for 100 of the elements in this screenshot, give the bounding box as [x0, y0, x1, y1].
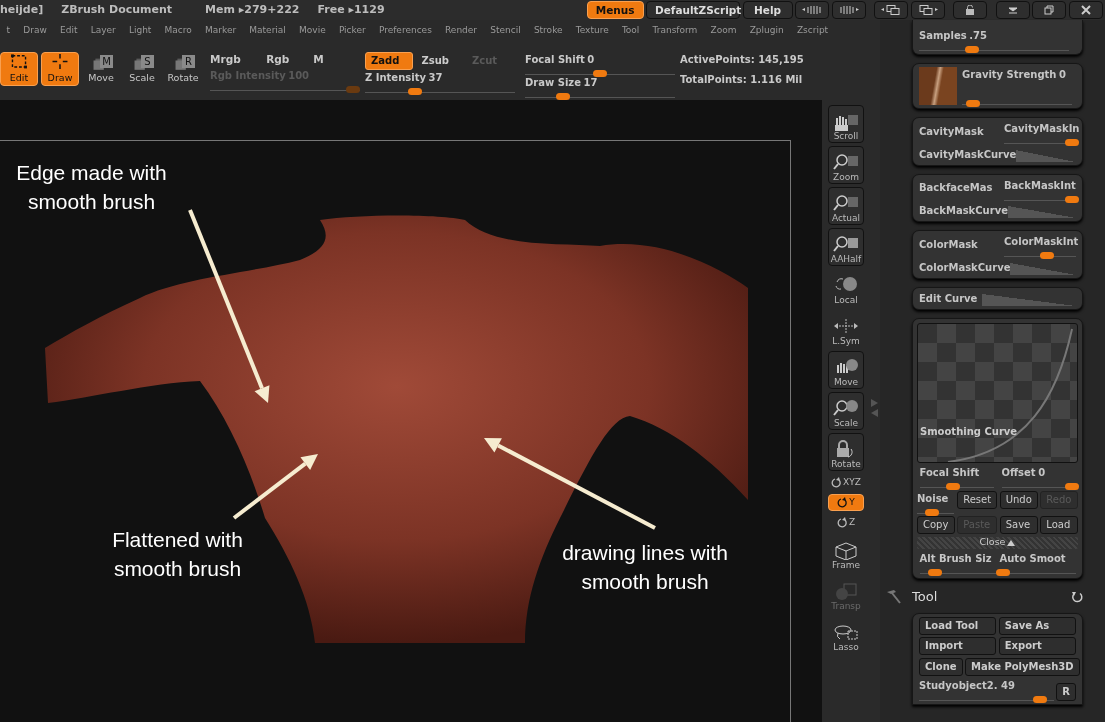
scroll-left-button[interactable]: [795, 1, 829, 19]
menu-item[interactable]: Marker: [198, 24, 243, 38]
shelf-button[interactable]: XYZ: [828, 474, 864, 491]
curve-label[interactable]: Edit Curve: [919, 290, 978, 306]
menu-toggle-button[interactable]: Menus: [586, 1, 644, 19]
slider-thumb[interactable]: [1065, 195, 1080, 203]
menu-item[interactable]: Picker: [332, 24, 373, 38]
shelf-button[interactable]: Y: [828, 494, 864, 511]
menu-toggle-button[interactable]: DefaultZScript: [646, 1, 740, 19]
slider-thumb[interactable]: [555, 93, 570, 100]
shelf-button[interactable]: Actual: [828, 187, 864, 225]
curve-action-button[interactable]: Reset: [957, 490, 998, 509]
slider[interactable]: [919, 43, 1069, 51]
tool-mode-button[interactable]: S Scale: [123, 52, 161, 86]
slider-thumb[interactable]: [593, 70, 607, 77]
curve-action-button[interactable]: Undo: [999, 490, 1038, 509]
slider-thumb[interactable]: [1033, 696, 1048, 703]
menu-item[interactable]: Layer: [84, 24, 123, 38]
slider[interactable]: [919, 480, 994, 488]
mask-toggle[interactable]: ColorMask: [919, 236, 978, 252]
menu-item[interactable]: Transform: [645, 24, 704, 38]
menu-item[interactable]: Render: [438, 24, 484, 38]
menu-item[interactable]: Macro: [158, 24, 199, 38]
menu-item[interactable]: Edit: [53, 24, 85, 38]
menu-item[interactable]: Draw: [16, 24, 54, 38]
tool-action-button[interactable]: Load Tool: [919, 616, 997, 635]
slider-thumb[interactable]: [945, 483, 960, 490]
slider[interactable]: [525, 67, 675, 75]
curve-label[interactable]: BackMaskCurve: [919, 203, 1008, 218]
sculpt-mode-button[interactable]: Zadd: [365, 52, 413, 70]
shelf-button[interactable]: Move: [828, 351, 864, 389]
slider[interactable]: [1001, 480, 1076, 488]
menu-item[interactable]: Light: [122, 24, 158, 38]
menu-item[interactable]: Zoom: [703, 24, 744, 38]
tool-action-button[interactable]: Export: [998, 637, 1076, 655]
menu-item[interactable]: Stencil: [483, 24, 528, 38]
curve-graph[interactable]: Smoothing Curve: [917, 322, 1078, 463]
shelf-button[interactable]: Rotate: [828, 433, 864, 471]
menu-toggle-button[interactable]: Help: [742, 1, 793, 19]
layout-left-button[interactable]: [874, 1, 908, 19]
shelf-button[interactable]: Z: [828, 514, 864, 531]
lock-button[interactable]: [953, 1, 987, 19]
shelf-button[interactable]: Scroll: [828, 105, 864, 143]
menu-item[interactable]: Tool: [615, 24, 646, 38]
tool-action-button[interactable]: R: [1056, 683, 1076, 701]
restore-button[interactable]: [1032, 1, 1066, 19]
curve-action-button[interactable]: Copy: [917, 516, 955, 534]
menu-item[interactable]: Zplugin: [743, 24, 791, 38]
collapse-bar[interactable]: Close: [917, 536, 1078, 549]
menu-item[interactable]: Stroke: [527, 24, 570, 38]
curve-label[interactable]: CavityMaskCurve: [919, 146, 1017, 162]
curve-label[interactable]: ColorMaskCurve: [919, 259, 1011, 275]
tool-action-button[interactable]: Clone: [919, 657, 963, 676]
slider[interactable]: [365, 85, 515, 93]
slider-thumb[interactable]: [964, 46, 979, 53]
slider[interactable]: [919, 693, 1054, 701]
tool-action-button[interactable]: Make PolyMesh3D: [965, 657, 1080, 676]
slider[interactable]: [999, 566, 1076, 574]
shelf-button[interactable]: Local: [828, 269, 864, 307]
scroll-right-button[interactable]: [831, 1, 866, 19]
slider-thumb[interactable]: [927, 569, 942, 576]
menu-item[interactable]: Material: [242, 24, 293, 38]
slider[interactable]: [1004, 249, 1076, 257]
mask-toggle[interactable]: CavityMask: [919, 123, 984, 139]
curve-action-button[interactable]: Save: [999, 516, 1038, 534]
tool-action-button[interactable]: Import: [919, 637, 997, 655]
slider-thumb[interactable]: [996, 569, 1011, 576]
color-mode-toggle[interactable]: M: [313, 52, 360, 68]
slider[interactable]: [1004, 136, 1076, 144]
color-mode-toggle[interactable]: Mrgb: [210, 52, 267, 68]
menu-item[interactable]: t: [0, 24, 17, 38]
shelf-button[interactable]: Frame: [828, 534, 864, 572]
slider-thumb[interactable]: [1065, 139, 1080, 146]
menu-item[interactable]: Zscript: [790, 24, 835, 38]
menu-item[interactable]: Preferences: [372, 24, 439, 38]
tool-mode-button[interactable]: R Rotate: [164, 52, 202, 86]
slider-thumb[interactable]: [966, 100, 980, 107]
tool-mode-button[interactable]: M Move: [82, 52, 120, 86]
slider[interactable]: [962, 97, 1072, 105]
shelf-button[interactable]: Lasso: [828, 616, 864, 654]
slider[interactable]: [525, 90, 675, 98]
tool-mode-button[interactable]: Draw: [41, 52, 79, 86]
close-button[interactable]: [1068, 1, 1103, 19]
mask-toggle[interactable]: BackfaceMas: [919, 180, 993, 195]
tool-mode-button[interactable]: Edit: [0, 52, 38, 86]
shelf-button[interactable]: Zoom: [828, 146, 864, 184]
sculpt-mode-button[interactable]: Zsub: [415, 52, 464, 70]
curve-action-button[interactable]: Load: [1040, 516, 1078, 534]
shelf-button[interactable]: L.Sym: [828, 310, 864, 348]
tool-action-button[interactable]: Save As: [998, 616, 1076, 635]
minimize-button[interactable]: [995, 1, 1030, 19]
slider-thumb[interactable]: [1064, 483, 1079, 490]
slider[interactable]: [919, 566, 996, 574]
menu-item[interactable]: Texture: [569, 24, 616, 38]
layout-right-button[interactable]: [910, 1, 945, 19]
slider-thumb[interactable]: [1040, 252, 1055, 259]
menu-item[interactable]: Movie: [292, 24, 333, 38]
shelf-button[interactable]: AAHalf: [828, 228, 864, 266]
color-mode-toggle[interactable]: Rgb: [266, 52, 314, 68]
slider-thumb[interactable]: [407, 88, 422, 95]
